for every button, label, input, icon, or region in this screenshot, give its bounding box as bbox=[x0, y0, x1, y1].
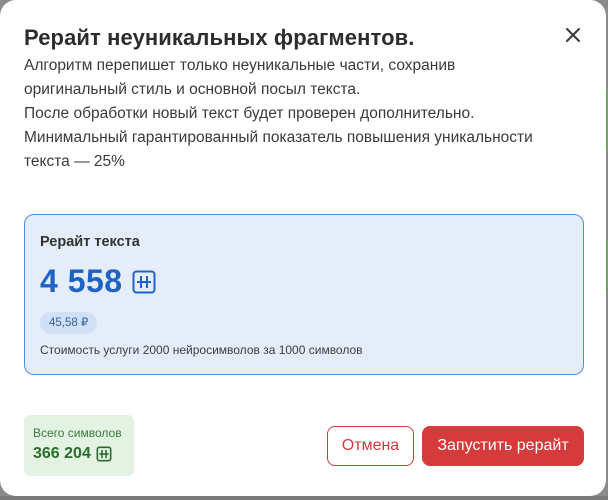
rewrite-cost-card: Рерайт текста 4 558 45,58 ₽ Стоимость ус… bbox=[24, 214, 584, 375]
description-line: Алгоритм перепишет только неуникальные ч… bbox=[24, 57, 456, 74]
total-symbols-box: Всего символов 366 204 bbox=[24, 415, 134, 476]
total-symbols-row: 366 204 bbox=[33, 445, 112, 463]
cancel-button[interactable]: Отмена bbox=[327, 426, 414, 466]
cost-amount-row: 4 558 bbox=[40, 263, 156, 300]
modal-title: Рерайт неуникальных фрагментов. bbox=[24, 25, 415, 50]
service-cost-note: Стоимость услуги 2000 нейросимволов за 1… bbox=[40, 343, 363, 357]
close-button[interactable] bbox=[560, 22, 586, 48]
background-footer-strip bbox=[0, 496, 608, 500]
description-line: оригинальный стиль и основной посыл текс… bbox=[24, 81, 361, 98]
close-icon bbox=[566, 28, 580, 42]
total-symbols-label: Всего символов bbox=[33, 426, 122, 440]
description-line: Минимальный гарантированный показатель п… bbox=[24, 129, 533, 146]
cost-amount: 4 558 bbox=[40, 263, 123, 299]
price-badge: 45,58 ₽ bbox=[40, 312, 98, 334]
rewrite-modal: Рерайт неуникальных фрагментов. Алгоритм… bbox=[0, 0, 606, 496]
description-line: После обработки новый текст будет провер… bbox=[24, 105, 475, 122]
neuro-symbol-icon bbox=[96, 446, 112, 462]
card-title: Рерайт текста bbox=[40, 234, 140, 250]
total-symbols-value: 366 204 bbox=[33, 445, 91, 462]
description-line: текста — 25% bbox=[24, 153, 125, 170]
neuro-symbol-icon bbox=[132, 270, 156, 293]
modal-description: Алгоритм перепишет только неуникальные ч… bbox=[24, 54, 584, 174]
start-rewrite-button[interactable]: Запустить рерайт bbox=[422, 426, 584, 466]
